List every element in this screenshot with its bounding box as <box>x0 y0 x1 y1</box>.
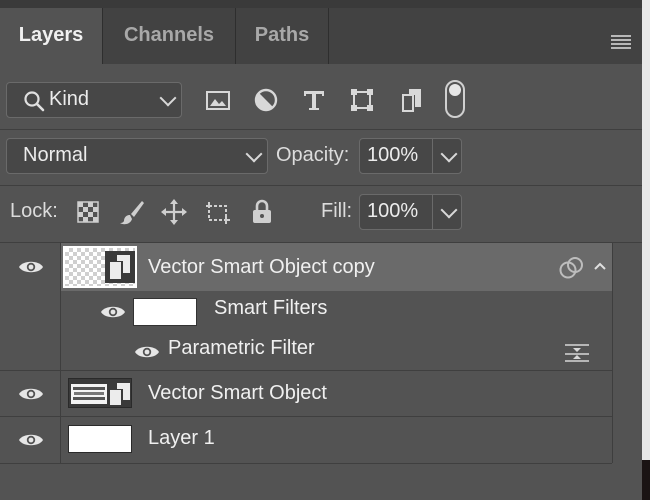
lock-image-pixels-brush-icon[interactable] <box>118 198 146 226</box>
lock-artboard-icon[interactable] <box>204 198 232 226</box>
smart-filter-options-icon[interactable] <box>559 257 585 279</box>
layer-row-vector-smart-object[interactable]: Vector Smart Object <box>0 371 612 416</box>
layer-thumbnail[interactable] <box>68 425 132 453</box>
tab-paths[interactable]: Paths <box>236 8 328 64</box>
layer-thumbnail[interactable] <box>63 246 137 288</box>
adjustment-filter-icon[interactable] <box>252 86 280 114</box>
blend-mode-dropdown[interactable]: Normal <box>6 138 268 174</box>
visibility-eye-icon[interactable] <box>18 432 44 448</box>
smart-object-badge-icon <box>110 255 130 279</box>
panel-menu-icon[interactable] <box>611 35 631 49</box>
opacity-value: 100% <box>367 144 419 166</box>
layer-row-layer-1[interactable]: Layer 1 <box>0 417 612 463</box>
smart-object-filter-icon[interactable] <box>398 86 426 114</box>
blending-options-icon[interactable] <box>563 341 591 363</box>
opacity-label: Opacity: <box>276 144 350 166</box>
layer-name[interactable]: Layer 1 <box>148 427 215 450</box>
filter-kind-dropdown[interactable]: Kind <box>6 82 182 118</box>
fill-value: 100% <box>367 200 419 222</box>
opacity-field[interactable]: 100% <box>359 138 462 174</box>
filter-toggle-switch[interactable] <box>445 80 465 118</box>
chevron-down-icon <box>159 89 177 107</box>
smart-filter-mask-thumbnail[interactable] <box>133 298 197 326</box>
layer-row-vector-smart-object-copy[interactable]: Vector Smart Object copy Smart Filters P… <box>0 243 612 370</box>
lock-label: Lock: <box>10 200 58 222</box>
lock-transparent-pixels-icon[interactable] <box>74 198 102 226</box>
layers-panel: Layers Channels Paths Kind Normal Opacit… <box>0 0 642 500</box>
layer-name[interactable]: Vector Smart Object <box>148 382 327 405</box>
tab-bar: Layers Channels Paths <box>0 8 642 64</box>
visibility-eye-icon[interactable] <box>18 259 44 275</box>
type-filter-icon[interactable] <box>300 86 328 114</box>
smart-object-badge-icon <box>110 383 130 405</box>
chevron-down-icon <box>440 145 458 163</box>
tab-layers[interactable]: Layers <box>0 8 102 64</box>
tab-channels[interactable]: Channels <box>103 8 235 64</box>
visibility-eye-icon[interactable] <box>18 386 44 402</box>
search-icon <box>24 91 45 112</box>
layer-thumbnail[interactable] <box>68 378 132 408</box>
collapse-effects-chevron-icon[interactable] <box>593 261 607 271</box>
lock-position-move-icon[interactable] <box>160 198 188 226</box>
layer-name[interactable]: Vector Smart Object copy <box>148 256 375 279</box>
visibility-eye-icon[interactable] <box>100 304 126 320</box>
blend-mode-value: Normal <box>23 144 88 166</box>
canvas-edge-strip <box>642 0 650 500</box>
parametric-filter-label[interactable]: Parametric Filter <box>168 337 315 360</box>
shape-filter-icon[interactable] <box>348 86 376 114</box>
chevron-down-icon <box>440 201 458 219</box>
chevron-down-icon <box>245 145 263 163</box>
smart-filters-label[interactable]: Smart Filters <box>214 297 327 320</box>
filter-kind-label: Kind <box>49 88 90 110</box>
visibility-eye-icon[interactable] <box>134 344 160 360</box>
fill-label: Fill: <box>321 200 353 222</box>
lock-all-padlock-icon[interactable] <box>248 198 276 226</box>
image-filter-icon[interactable] <box>204 86 232 114</box>
panel-top-edge <box>0 0 642 8</box>
fill-field[interactable]: 100% <box>359 194 462 230</box>
